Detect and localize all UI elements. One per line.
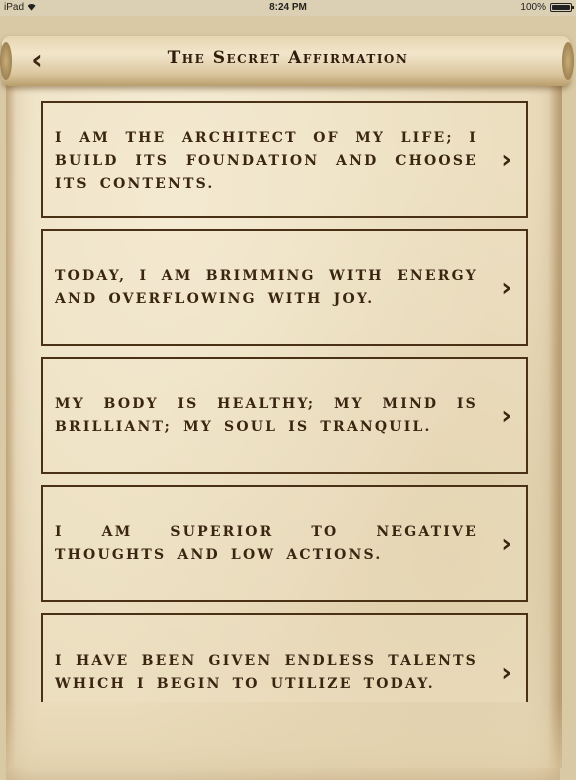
affirmation-text: I am superior to negative thoughts and l…	[55, 523, 478, 563]
list-item[interactable]: I am the architect of my life; I build i…	[41, 101, 528, 218]
status-time: 8:24 PM	[269, 2, 307, 13]
paper-edge-left	[6, 60, 16, 768]
bottom-fade	[6, 700, 562, 768]
status-right: 100%	[520, 2, 574, 13]
chevron-right-icon: ›	[501, 528, 512, 559]
affirmation-list: I am the architect of my life; I build i…	[41, 101, 528, 713]
roll-end-left	[0, 42, 12, 80]
roll-end-right	[562, 42, 574, 80]
list-item[interactable]: Today, I am brimming with energy and ove…	[41, 229, 528, 346]
back-button[interactable]: ‹	[22, 42, 52, 76]
chevron-right-icon: ›	[501, 272, 512, 303]
affirmation-text: My body is healthy; my mind is brilliant…	[55, 395, 478, 435]
list-item[interactable]: I have been given endless talents which …	[41, 613, 528, 702]
battery-icon	[550, 3, 574, 12]
list-item[interactable]: My body is healthy; my mind is brilliant…	[41, 357, 528, 474]
chevron-right-icon: ›	[501, 658, 512, 688]
chevron-left-icon: ‹	[31, 42, 43, 76]
affirmation-text: Today, I am brimming with energy and ove…	[55, 267, 478, 307]
paper-edge-right	[548, 60, 562, 768]
affirmation-text: I have been given endless talents which …	[55, 653, 478, 692]
chevron-right-icon: ›	[501, 144, 512, 175]
list-item[interactable]: I am superior to negative thoughts and l…	[41, 485, 528, 602]
status-bar: iPad 8:24 PM 100%	[0, 0, 576, 16]
affirmation-text: I am the architect of my life; I build i…	[55, 130, 478, 192]
chevron-right-icon: ›	[501, 400, 512, 431]
battery-percent: 100%	[520, 2, 546, 13]
page-title: The Secret Affirmation	[167, 48, 409, 68]
